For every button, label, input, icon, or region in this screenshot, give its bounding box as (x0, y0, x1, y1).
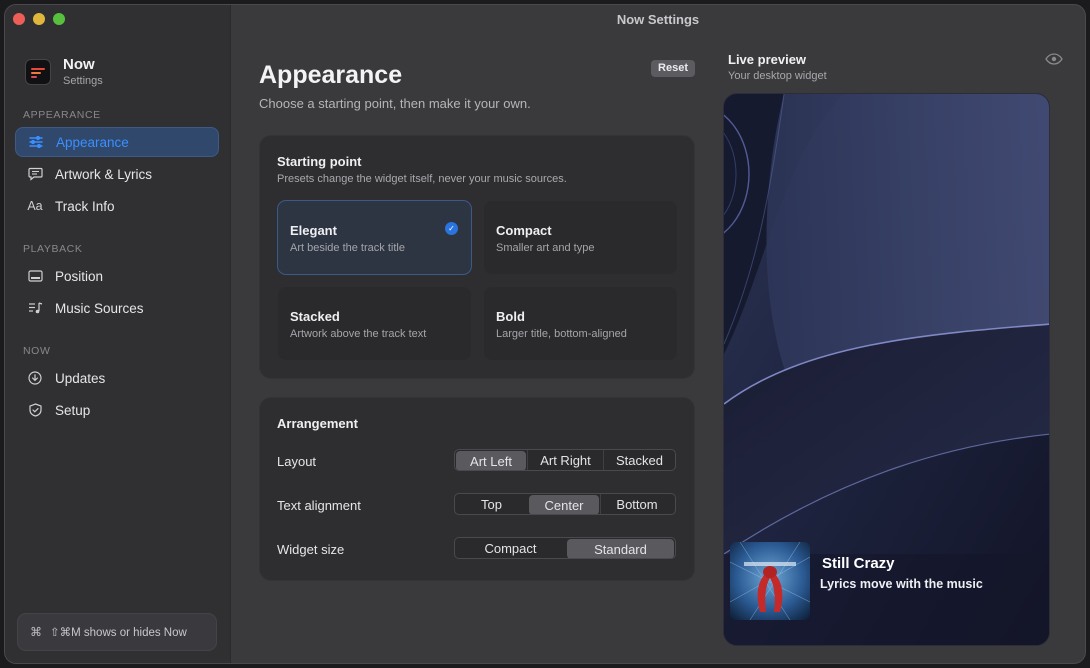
preset-description: Artwork above the track text (290, 328, 427, 340)
segment-stacked[interactable]: Stacked (603, 450, 675, 470)
segment-compact[interactable]: Compact (455, 538, 566, 558)
sidebar-item-artwork-lyrics[interactable]: Artwork & Lyrics (15, 159, 219, 189)
music-list-icon (27, 300, 43, 316)
segment-art-right[interactable]: Art Right (527, 450, 603, 470)
preset-name: Elegant (290, 223, 337, 238)
sidebar-item-appearance[interactable]: Appearance (15, 127, 219, 157)
sidebar-item-track-info[interactable]: Aa Track Info (15, 191, 219, 221)
preset-description: Art beside the track title (290, 242, 405, 254)
sidebar-item-label: Updates (55, 370, 106, 386)
sidebar-item-label: Artwork & Lyrics (55, 166, 153, 182)
zoom-window-button[interactable] (53, 13, 65, 25)
shortcut-hint: ⌘ ⇧⌘M shows or hides Now (17, 613, 217, 651)
card-subtitle: Presets change the widget itself, never … (277, 173, 567, 185)
track-lyric: Lyrics move with the music (820, 577, 983, 591)
segment-bottom[interactable]: Bottom (600, 494, 673, 514)
text-alignment-segmented-control: Top Center Bottom (454, 493, 676, 515)
text-alignment-label: Text alignment (277, 498, 361, 513)
shortcut-text: ⇧⌘M shows or hides Now (50, 627, 187, 639)
preset-name: Stacked (290, 309, 340, 324)
sidebar-item-music-sources[interactable]: Music Sources (15, 293, 219, 323)
preview-title: Live preview (728, 52, 807, 67)
preset-compact[interactable]: Compact Smaller art and type (483, 200, 678, 275)
text-aa-icon: Aa (27, 199, 43, 213)
album-artwork (730, 542, 810, 620)
sliders-icon (28, 134, 44, 150)
segment-center[interactable]: Center (529, 495, 599, 514)
page-subtitle: Choose a starting point, then make it yo… (259, 96, 531, 111)
page-title: Appearance (259, 61, 403, 89)
section-label-playback: PLAYBACK (23, 243, 83, 255)
sidebar-item-label: Setup (55, 402, 91, 418)
section-label-now: NOW (23, 345, 51, 357)
app-name: Now (63, 56, 95, 73)
eye-icon[interactable] (1045, 53, 1063, 65)
preset-name: Compact (496, 223, 552, 238)
speech-bubble-icon (27, 166, 43, 182)
sidebar-item-label: Music Sources (55, 300, 144, 316)
preset-description: Larger title, bottom-aligned (496, 328, 627, 340)
sidebar-item-updates[interactable]: Updates (15, 363, 219, 393)
layout-label: Layout (277, 454, 317, 469)
card-title: Starting point (277, 154, 362, 169)
widget-size-segmented-control: Compact Standard (454, 537, 676, 559)
section-label-appearance: APPEARANCE (23, 109, 101, 121)
sidebar-item-setup[interactable]: Setup (15, 395, 219, 425)
sidebar: Now Settings APPEARANCE Appearance Artwo… (5, 5, 231, 663)
preset-stacked[interactable]: Stacked Artwork above the track text (277, 286, 472, 361)
sidebar-item-label: Position (55, 268, 104, 284)
command-key-icon: ⌘ (30, 625, 42, 639)
download-circle-icon (27, 370, 43, 386)
preset-bold[interactable]: Bold Larger title, bottom-aligned (483, 286, 678, 361)
preset-name: Bold (496, 309, 525, 324)
preview-subtitle: Your desktop widget (728, 70, 827, 82)
segment-art-left[interactable]: Art Left (456, 451, 526, 470)
sidebar-item-label: Appearance (56, 134, 129, 150)
app-icon (25, 59, 51, 85)
shield-check-icon (27, 402, 43, 418)
segment-top[interactable]: Top (455, 494, 528, 514)
preset-elegant[interactable]: Elegant Art beside the track title ✓ (277, 200, 472, 275)
widget-size-label: Widget size (277, 542, 345, 557)
minimize-window-button[interactable] (33, 13, 45, 25)
card-title: Arrangement (277, 416, 358, 431)
close-window-button[interactable] (13, 13, 25, 25)
segment-standard[interactable]: Standard (567, 539, 674, 558)
reset-button[interactable]: Reset (651, 60, 695, 77)
live-preview-panel: Live preview Your desktop widget Still C… (709, 5, 1085, 663)
desktop-wallpaper-preview: Still Crazy Lyrics move with the music (723, 93, 1050, 646)
settings-window: Now Settings APPEARANCE Appearance Artwo… (4, 4, 1086, 664)
app-subtitle: Settings (63, 75, 103, 87)
screen-position-icon (27, 268, 43, 284)
preset-description: Smaller art and type (496, 242, 595, 254)
layout-segmented-control: Art Left Art Right Stacked (454, 449, 676, 471)
starting-point-card: Starting point Presets change the widget… (259, 135, 695, 379)
sidebar-item-position[interactable]: Position (15, 261, 219, 291)
track-title: Still Crazy (822, 555, 895, 572)
main-content: Appearance Choose a starting point, then… (231, 5, 709, 663)
arrangement-card: Arrangement Layout Art Left Art Right St… (259, 397, 695, 581)
sidebar-item-label: Track Info (55, 198, 115, 214)
checkmark-icon: ✓ (445, 222, 458, 235)
